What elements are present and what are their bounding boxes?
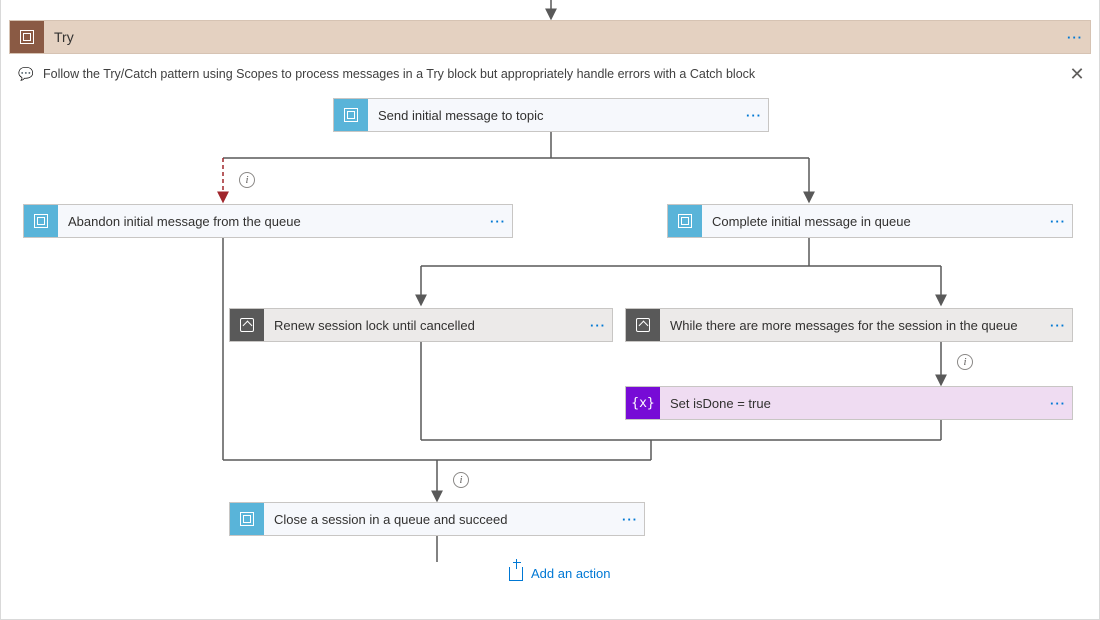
action-renew-session-lock[interactable]: Renew session lock until cancelled ··· xyxy=(229,308,613,342)
action-abandon-initial-message[interactable]: Abandon initial message from the queue ·… xyxy=(23,204,513,238)
close-icon[interactable]: ✕ xyxy=(1063,62,1091,86)
action-menu-ellipsis[interactable]: ··· xyxy=(1044,396,1072,411)
action-label: Complete initial message in queue xyxy=(702,214,1044,229)
scope-icon xyxy=(10,21,44,53)
action-set-isdone-true[interactable]: {x} Set isDone = true ··· xyxy=(625,386,1073,420)
action-complete-initial-message[interactable]: Complete initial message in queue ··· xyxy=(667,204,1073,238)
add-action-icon xyxy=(509,567,523,581)
service-bus-icon xyxy=(668,205,702,237)
action-label: Close a session in a queue and succeed xyxy=(264,512,616,527)
action-menu-ellipsis[interactable]: ··· xyxy=(616,512,644,527)
action-close-session-and-succeed[interactable]: Close a session in a queue and succeed ·… xyxy=(229,502,645,536)
scope-header-try[interactable]: Try ··· xyxy=(9,20,1091,54)
action-label: While there are more messages for the se… xyxy=(660,318,1044,333)
service-bus-icon xyxy=(334,99,368,131)
action-menu-ellipsis[interactable]: ··· xyxy=(740,108,768,123)
action-menu-ellipsis[interactable]: ··· xyxy=(1044,318,1072,333)
scope-tip-row: 💬 Follow the Try/Catch pattern using Sco… xyxy=(9,62,1091,86)
action-label: Abandon initial message from the queue xyxy=(58,214,484,229)
variable-icon: {x} xyxy=(626,387,660,419)
service-bus-icon xyxy=(230,503,264,535)
add-action-label: Add an action xyxy=(531,566,611,581)
service-bus-icon xyxy=(24,205,58,237)
action-menu-ellipsis[interactable]: ··· xyxy=(584,318,612,333)
action-label: Send initial message to topic xyxy=(368,108,740,123)
until-loop-icon xyxy=(230,309,264,341)
scope-title: Try xyxy=(44,29,1060,45)
designer-canvas: Try ··· 💬 Follow the Try/Catch pattern u… xyxy=(0,0,1100,620)
until-loop-icon xyxy=(626,309,660,341)
run-after-info-icon[interactable]: i xyxy=(453,472,469,488)
scope-tip-text: Follow the Try/Catch pattern using Scope… xyxy=(43,67,1063,81)
action-menu-ellipsis[interactable]: ··· xyxy=(484,214,512,229)
run-after-info-icon[interactable]: i xyxy=(239,172,255,188)
speech-icon: 💬 xyxy=(9,67,43,82)
add-an-action[interactable]: Add an action xyxy=(509,566,611,581)
action-label: Set isDone = true xyxy=(660,396,1044,411)
action-while-more-messages[interactable]: While there are more messages for the se… xyxy=(625,308,1073,342)
action-label: Renew session lock until cancelled xyxy=(264,318,584,333)
run-after-info-icon[interactable]: i xyxy=(957,354,973,370)
action-menu-ellipsis[interactable]: ··· xyxy=(1044,214,1072,229)
action-send-initial-message[interactable]: Send initial message to topic ··· xyxy=(333,98,769,132)
scope-menu-ellipsis[interactable]: ··· xyxy=(1060,30,1090,45)
